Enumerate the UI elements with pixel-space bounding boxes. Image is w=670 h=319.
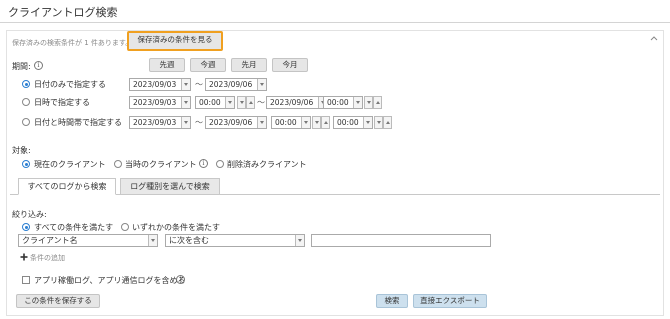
range-from-date-select[interactable]: 2023/09/03 xyxy=(129,116,191,129)
match-any-label: いずれかの条件を満たす xyxy=(132,223,220,232)
range-separator: 〜 xyxy=(195,118,203,127)
saved-conditions-message: 保存済みの検索条件が 1 件あります。 xyxy=(12,39,133,47)
past-client-radio[interactable] xyxy=(114,160,122,168)
info-icon[interactable]: i xyxy=(199,159,208,168)
search-button[interactable]: 検索 xyxy=(376,294,408,308)
datetime-radio[interactable] xyxy=(22,98,30,106)
datetime-to-date-select[interactable]: 2023/09/06 xyxy=(266,96,328,109)
save-conditions-button[interactable]: この条件を保存する xyxy=(16,294,100,308)
chevron-down-icon xyxy=(295,235,304,246)
to-date-select[interactable]: 2023/09/06 xyxy=(205,78,267,91)
info-icon[interactable]: i xyxy=(34,61,43,70)
last-month-button[interactable]: 先月 xyxy=(231,58,267,72)
chevron-down-icon xyxy=(181,117,190,128)
page-title: クライアントログ検索 xyxy=(8,6,118,19)
match-any-radio[interactable] xyxy=(121,223,129,231)
plus-icon[interactable] xyxy=(20,253,28,261)
current-client-label: 現在のクライアント xyxy=(34,160,106,169)
from-date-select[interactable]: 2023/09/03 xyxy=(129,78,191,91)
date-time-range-radio[interactable] xyxy=(22,118,30,126)
range-separator: 〜 xyxy=(195,80,203,89)
period-label: 期間: xyxy=(12,62,31,71)
datetime-from-date-select[interactable]: 2023/09/03 xyxy=(129,96,191,109)
show-saved-conditions-button[interactable]: 保存済みの条件を見る xyxy=(127,31,223,51)
chevron-down-icon xyxy=(181,97,190,108)
condition-field-select[interactable]: クライアント名 xyxy=(18,234,158,247)
title-divider xyxy=(0,22,670,23)
include-app-logs-checkbox[interactable] xyxy=(22,276,30,284)
range-separator: 〜 xyxy=(257,98,265,107)
include-app-logs-label: アプリ稼働ログ、アプリ通信ログを含める xyxy=(34,276,186,285)
datetime-label: 日時で指定する xyxy=(34,98,90,107)
tab-all-logs[interactable]: すべてのログから検索 xyxy=(18,178,116,195)
past-client-label: 当時のクライアント xyxy=(125,160,197,169)
tab-log-type[interactable]: ログ種別を選んで検索 xyxy=(120,178,220,195)
match-all-label: すべての条件を満たす xyxy=(34,223,114,232)
chevron-down-icon xyxy=(363,117,372,128)
range-from-time-select[interactable]: 00:00 xyxy=(271,116,311,129)
info-icon[interactable]: i xyxy=(176,275,185,284)
chevron-down-icon xyxy=(301,117,310,128)
time-up-icon[interactable] xyxy=(373,96,382,109)
time-down-icon[interactable] xyxy=(237,96,246,109)
chevron-up-icon[interactable] xyxy=(650,34,658,42)
last-week-button[interactable]: 先週 xyxy=(149,58,185,72)
chevron-down-icon xyxy=(148,235,157,246)
date-time-range-label: 日付と時間帯で指定する xyxy=(34,118,122,127)
match-all-radio[interactable] xyxy=(22,223,30,231)
time-down-icon[interactable] xyxy=(374,116,383,129)
chevron-down-icon xyxy=(257,117,266,128)
condition-value-input[interactable] xyxy=(311,234,491,247)
range-to-date-select[interactable]: 2023/09/06 xyxy=(205,116,267,129)
range-to-time-select[interactable]: 00:00 xyxy=(333,116,373,129)
direct-export-button[interactable]: 直接エクスポート xyxy=(413,294,487,308)
search-panel xyxy=(6,30,664,316)
time-down-icon[interactable] xyxy=(312,116,321,129)
this-week-button[interactable]: 今週 xyxy=(190,58,226,72)
current-client-radio[interactable] xyxy=(22,160,30,168)
deleted-client-label: 削除済みクライアント xyxy=(227,160,307,169)
time-up-icon[interactable] xyxy=(246,96,255,109)
condition-operator-select[interactable]: に次を含む xyxy=(165,234,305,247)
time-up-icon[interactable] xyxy=(383,116,392,129)
time-up-icon[interactable] xyxy=(321,116,330,129)
datetime-to-time-select[interactable]: 00:00 xyxy=(323,96,363,109)
chevron-down-icon xyxy=(353,97,362,108)
target-label: 対象: xyxy=(12,146,31,155)
chevron-down-icon xyxy=(181,79,190,90)
time-down-icon[interactable] xyxy=(364,96,373,109)
chevron-down-icon xyxy=(257,79,266,90)
datetime-from-time-select[interactable]: 00:00 xyxy=(195,96,235,109)
deleted-client-radio[interactable] xyxy=(216,160,224,168)
this-month-button[interactable]: 今月 xyxy=(272,58,308,72)
add-condition-link[interactable]: 条件の追加 xyxy=(30,253,65,263)
date-only-radio[interactable] xyxy=(22,80,30,88)
filter-label: 絞り込み: xyxy=(12,210,47,219)
date-only-label: 日付のみで指定する xyxy=(34,80,106,89)
chevron-down-icon xyxy=(225,97,234,108)
